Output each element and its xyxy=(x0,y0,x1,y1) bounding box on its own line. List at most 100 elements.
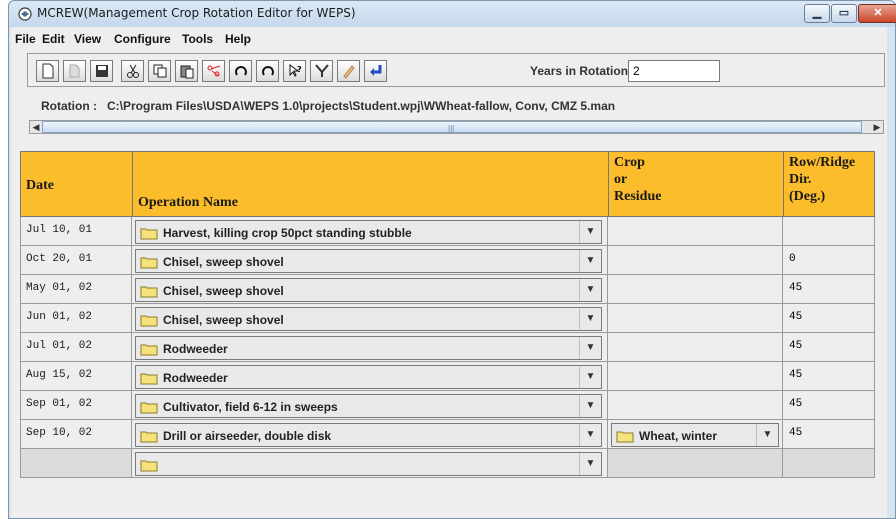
help-cursor-button[interactable]: ? xyxy=(283,60,306,82)
title-bar[interactable]: MCREW(Management Crop Rotation Editor fo… xyxy=(9,1,896,27)
menu-tools[interactable]: Tools xyxy=(182,32,213,46)
operation-combo[interactable]: ▼ xyxy=(135,452,602,476)
folder-icon xyxy=(616,431,634,443)
header-dir-line2: Dir. xyxy=(789,172,812,187)
menu-view[interactable]: View xyxy=(74,32,101,46)
operation-cell: Harvest, killing crop 50pct standing stu… xyxy=(132,217,608,246)
chevron-down-icon[interactable]: ▼ xyxy=(579,250,601,272)
direction-cell[interactable] xyxy=(783,217,875,246)
direction-cell[interactable]: 0 xyxy=(783,246,875,275)
operation-cell: Chisel, sweep shovel ▼ xyxy=(132,246,608,275)
close-button[interactable]: ✕ xyxy=(858,4,896,23)
rotate-right-button[interactable] xyxy=(256,60,279,82)
table-row: Jun 01, 02 Chisel, sweep shovel ▼ 45 xyxy=(20,304,875,333)
scroll-left-icon[interactable]: ◀ xyxy=(30,121,42,133)
maximize-button[interactable]: ▭ xyxy=(831,4,857,23)
operation-combo[interactable]: Rodweeder ▼ xyxy=(135,336,602,360)
filter-button[interactable] xyxy=(310,60,333,82)
crop-cell[interactable] xyxy=(608,275,783,304)
crop-cell[interactable] xyxy=(608,362,783,391)
date-cell[interactable]: Jun 01, 02 xyxy=(20,304,132,333)
pencil-icon xyxy=(342,65,355,79)
operation-combo[interactable]: Drill or airseeder, double disk ▼ xyxy=(135,423,602,447)
header-crop[interactable]: Crop or Residue xyxy=(609,152,784,216)
direction-cell[interactable] xyxy=(783,449,875,478)
crop-cell[interactable] xyxy=(608,391,783,420)
save-button[interactable] xyxy=(90,60,113,82)
chevron-down-icon[interactable]: ▼ xyxy=(579,279,601,301)
date-cell[interactable]: Aug 15, 02 xyxy=(20,362,132,391)
chevron-down-icon[interactable]: ▼ xyxy=(579,366,601,388)
crop-combo[interactable]: Wheat, winter ▼ xyxy=(611,423,779,447)
date-cell[interactable]: May 01, 02 xyxy=(20,275,132,304)
crop-cell[interactable] xyxy=(608,333,783,362)
crop-cell[interactable] xyxy=(608,449,783,478)
menu-file[interactable]: File xyxy=(15,32,36,46)
chevron-down-icon[interactable]: ▼ xyxy=(579,337,601,359)
chevron-down-icon[interactable]: ▼ xyxy=(579,453,601,475)
scroll-thumb[interactable]: ||| xyxy=(42,121,862,133)
date-cell[interactable]: Sep 10, 02 xyxy=(20,420,132,449)
header-operation[interactable]: Operation Name xyxy=(133,152,609,216)
minimize-button[interactable]: ▁ xyxy=(804,4,830,23)
toolbar: ? Years in Rotation: xyxy=(27,53,885,87)
menu-configure[interactable]: Configure xyxy=(114,32,171,46)
direction-cell[interactable]: 45 xyxy=(783,391,875,420)
enter-button[interactable] xyxy=(364,60,387,82)
scroll-right-icon[interactable]: ▶ xyxy=(871,121,883,133)
direction-cell[interactable]: 45 xyxy=(783,420,875,449)
operation-combo[interactable]: Chisel, sweep shovel ▼ xyxy=(135,307,602,331)
folder-icon xyxy=(140,373,158,385)
paste-button[interactable] xyxy=(175,60,198,82)
horizontal-scrollbar[interactable]: ◀ ||| ▶ xyxy=(29,120,884,134)
chevron-down-icon[interactable]: ▼ xyxy=(579,221,601,243)
direction-cell[interactable]: 45 xyxy=(783,362,875,391)
operation-combo[interactable]: Rodweeder ▼ xyxy=(135,365,602,389)
copy-button[interactable] xyxy=(148,60,171,82)
maximize-icon: ▭ xyxy=(838,7,850,19)
chevron-down-icon[interactable]: ▼ xyxy=(756,424,778,446)
operation-cell: Chisel, sweep shovel ▼ xyxy=(132,275,608,304)
date-cell[interactable]: Jul 01, 02 xyxy=(20,333,132,362)
menu-help[interactable]: Help xyxy=(225,32,251,46)
rotate-left-button[interactable] xyxy=(229,60,252,82)
open-button[interactable] xyxy=(63,60,86,82)
chevron-down-icon[interactable]: ▼ xyxy=(579,308,601,330)
new-file-icon xyxy=(42,63,53,79)
new-button[interactable] xyxy=(36,60,59,82)
direction-cell[interactable]: 45 xyxy=(783,275,875,304)
table-header: Date Operation Name Crop or Residue Row/… xyxy=(20,151,875,217)
table-row: Jul 01, 02 Rodweeder ▼ 45 xyxy=(20,333,875,362)
table-row: Oct 20, 01 Chisel, sweep shovel ▼ 0 xyxy=(20,246,875,275)
date-cell[interactable]: Sep 01, 02 xyxy=(20,391,132,420)
crop-cell[interactable]: Wheat, winter ▼ xyxy=(608,420,783,449)
chevron-down-icon[interactable]: ▼ xyxy=(579,424,601,446)
cut-button[interactable] xyxy=(121,60,144,82)
chevron-down-icon[interactable]: ▼ xyxy=(579,395,601,417)
crop-cell[interactable] xyxy=(608,217,783,246)
years-in-rotation-input[interactable] xyxy=(628,60,720,82)
date-cell[interactable]: Oct 20, 01 xyxy=(20,246,132,275)
menu-bar: File Edit View Configure Tools Help xyxy=(11,27,887,51)
rotation-path-line: Rotation : C:\Program Files\USDA\WEPS 1.… xyxy=(41,99,615,113)
operation-combo[interactable]: Chisel, sweep shovel ▼ xyxy=(135,278,602,302)
operation-text: Chisel, sweep shovel xyxy=(163,255,284,269)
date-cell[interactable] xyxy=(20,449,132,478)
scissors-red-button[interactable] xyxy=(202,60,225,82)
close-icon: ✕ xyxy=(873,7,883,19)
date-cell[interactable]: Jul 10, 01 xyxy=(20,217,132,246)
operation-combo[interactable]: Chisel, sweep shovel ▼ xyxy=(135,249,602,273)
operation-combo[interactable]: Cultivator, field 6-12 in sweeps ▼ xyxy=(135,394,602,418)
direction-cell[interactable]: 45 xyxy=(783,304,875,333)
paste-icon xyxy=(180,65,193,79)
header-dir[interactable]: Row/Ridge Dir. (Deg.) xyxy=(784,152,876,216)
direction-cell[interactable]: 45 xyxy=(783,333,875,362)
pencil-button[interactable] xyxy=(337,60,360,82)
crop-cell[interactable] xyxy=(608,304,783,333)
operation-text: Chisel, sweep shovel xyxy=(163,313,284,327)
menu-edit[interactable]: Edit xyxy=(42,32,65,46)
header-date[interactable]: Date xyxy=(21,152,133,216)
crop-cell[interactable] xyxy=(608,246,783,275)
operation-combo[interactable]: Harvest, killing crop 50pct standing stu… xyxy=(135,220,602,244)
operation-cell: Drill or airseeder, double disk ▼ xyxy=(132,420,608,449)
